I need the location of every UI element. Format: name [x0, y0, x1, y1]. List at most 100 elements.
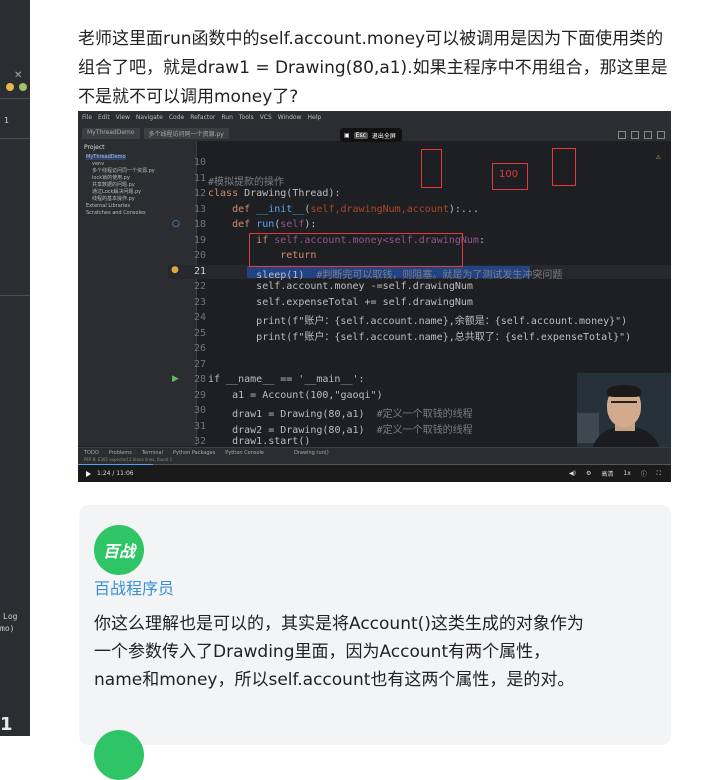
code-line-32: draw1.start(): [232, 436, 311, 447]
code-line-24: print(f"账户：{self.account.name},余额是：{self…: [256, 316, 628, 327]
avatar[interactable]: 百战: [94, 525, 144, 575]
menu-item: Edit: [98, 114, 110, 121]
toolbar-icon: [657, 131, 665, 139]
ide-tabs: MyThreadDemo 多个线程访问同一个资源.py: [82, 128, 229, 139]
line-number: 24: [193, 312, 206, 323]
sleep-comment: #判断完可以取钱，则阻塞。就是为了测试发生冲突问题: [316, 269, 563, 281]
line-number: 27: [193, 358, 206, 370]
answer-text: 你这么理解也是可以的，其实是将Account()这类生成的对象作为一个参数传入了…: [94, 614, 584, 690]
volume-icon[interactable]: ◀): [569, 470, 576, 477]
status-dot-green-icon: [19, 83, 27, 91]
main-guard: if __name__ == '__main__':: [208, 374, 365, 385]
toolbar-icon: [644, 131, 652, 139]
status-dot-yellow-icon: [6, 83, 14, 91]
line-number: 26: [193, 343, 206, 354]
player-controls: 1:24 / 11:06 ◀) ⚙ 高清 1x ⓘ ⛶: [78, 465, 671, 482]
code-line-22: self.account.money -=self.drawingNum: [256, 281, 473, 292]
annotation-box: [249, 233, 463, 267]
spacer: [30, 0, 50, 736]
line-number: 20: [193, 250, 206, 261]
ide-bottom-toolbar: TODO Problems Terminal Python Packages P…: [78, 447, 671, 457]
strip-label: 1: [4, 116, 9, 125]
question-text: 老师这里面run函数中的self.account.money可以被调用是因为下面…: [78, 29, 668, 107]
annotation-box: [552, 148, 576, 186]
speed-button[interactable]: 1x: [623, 470, 630, 477]
tool-tab: Python Packages: [172, 449, 216, 456]
strip-label: mo): [0, 624, 15, 633]
play-icon[interactable]: [86, 470, 91, 477]
run-name: run: [256, 219, 275, 230]
line-number: 11: [193, 172, 206, 184]
breadcrumb: Drawing run(): [294, 449, 329, 456]
esc-key-label: Esc: [353, 131, 368, 139]
video-player[interactable]: File Edit View Navigate Code Refactor Ru…: [78, 111, 671, 482]
line-number: 23: [193, 296, 206, 308]
line-number: 22: [193, 281, 206, 292]
video-time: 1:24 / 11:06: [97, 470, 134, 477]
line-number: 30: [193, 405, 206, 416]
line-number: 19: [193, 234, 206, 246]
base-class: Thread: [292, 188, 329, 199]
info-icon[interactable]: ⓘ: [641, 469, 647, 478]
menu-item: Help: [307, 114, 322, 121]
divider: [0, 98, 30, 99]
screen-icon: ▣: [344, 131, 350, 139]
menu-item: VCS: [259, 114, 272, 121]
code-line-31: draw2 = Drawing(80,a1): [232, 424, 365, 436]
presenter-hair: [607, 385, 641, 397]
divider: [0, 295, 30, 296]
strip-glyph: 1: [0, 714, 13, 735]
init-params: self,drawingNum,account: [310, 203, 449, 215]
override-icon: ○: [172, 219, 180, 229]
init-name: __init__: [256, 203, 305, 215]
presenter-glasses: [611, 401, 637, 408]
divider: [0, 138, 30, 139]
line-number: 29: [193, 389, 206, 401]
fullscreen-icon[interactable]: ⛶: [657, 470, 661, 478]
code-line-31-comment: #定义一个取钱的线程: [376, 424, 473, 436]
file-tab: 多个线程访问同一个资源.py: [143, 128, 229, 139]
ide-toolbar-icons: [618, 131, 665, 139]
code-line-23: self.expenseTotal += self.drawingNum: [256, 296, 473, 308]
line-number: 31: [193, 420, 206, 432]
author-name[interactable]: 百战程序员: [94, 575, 174, 599]
tool-tab: Problems: [108, 449, 132, 456]
tool-tab: Python Console: [225, 449, 265, 456]
annotation-number: 100: [499, 169, 519, 180]
run-icon[interactable]: ▶: [172, 374, 179, 384]
code-line-30-comment: #定义一个取钱的线程: [376, 409, 473, 420]
exit-fullscreen-pill[interactable]: ▣ Esc 退出全屏: [340, 128, 402, 142]
code-comment: #模拟提款的操作: [208, 176, 285, 188]
exit-fullscreen-label: 退出全屏: [371, 132, 396, 140]
project-tab: MyThreadDemo: [82, 128, 140, 139]
code-line-25: print(f"账户：{self.account.name},总共取了：{sel…: [256, 331, 632, 343]
line-number-gutter: 10 11 12 13 18 19 20 21 22 23 24 25 26 2…: [168, 157, 206, 447]
bulb-icon: ●: [171, 265, 179, 275]
avatar[interactable]: [94, 730, 144, 780]
menu-item: Code: [168, 114, 185, 121]
menu-item: Navigate: [135, 114, 163, 121]
menu-item: Window: [277, 114, 302, 121]
line-number: 25: [193, 327, 206, 339]
ide-titlebar: File Edit View Navigate Code Refactor Ru…: [78, 111, 671, 142]
toolbar-icon: [631, 131, 639, 139]
background-app-strip: ✕ 1 Log mo) 1: [0, 0, 30, 736]
ide-menu-bar: File Edit View Navigate Code Refactor Ru…: [82, 114, 321, 126]
answer-card: 百战 百战程序员 你这么理解也是可以的，其实是将Account()这类生成的对象…: [79, 505, 671, 780]
code-line-30: draw1 = Drawing(80,a1): [232, 409, 365, 420]
menu-item: Run: [221, 114, 233, 121]
line-number: 13: [193, 203, 206, 215]
code-line-29: a1 = Account(100,"gaoqi"): [232, 389, 383, 401]
toolbar-icon: [618, 131, 626, 139]
menu-item: File: [82, 114, 93, 121]
line-number: 32: [193, 436, 206, 447]
quality-button[interactable]: 高清: [601, 469, 613, 478]
line-number: 12: [193, 188, 206, 199]
close-icon[interactable]: ✕: [14, 70, 22, 81]
strip-label: Log: [3, 612, 18, 621]
line-number: 10: [193, 157, 206, 168]
annotation-box: [421, 149, 442, 188]
settings-icon[interactable]: ⚙: [586, 470, 591, 477]
tool-tab: Terminal: [141, 449, 163, 456]
sleep-call: sleep(1): [256, 269, 305, 281]
